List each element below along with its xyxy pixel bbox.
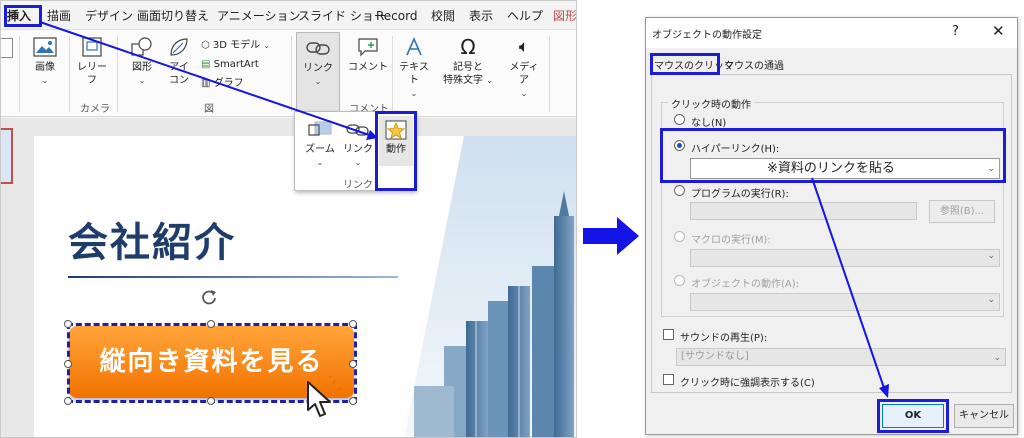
highlight-click-checkbox[interactable] (663, 374, 674, 385)
resize-handle[interactable] (64, 397, 72, 405)
cancel-button[interactable]: キャンセル (954, 404, 1014, 428)
dialog-titlebar: オブジェクトの動作設定 ? ✕ (646, 18, 1017, 48)
chevron-down-icon: ⌄ (987, 295, 995, 305)
radio-macro-label: マクロの実行(M): (691, 235, 771, 246)
radio-hyperlink[interactable] (674, 140, 685, 151)
resize-handle[interactable] (64, 360, 72, 368)
close-icon[interactable]: ✕ (992, 22, 1005, 40)
resize-handle[interactable] (64, 320, 72, 328)
browse-button[interactable]: 参照(B)... (929, 200, 995, 223)
help-icon[interactable]: ? (952, 24, 959, 39)
radio-program[interactable] (674, 185, 685, 196)
highlight-click-label: クリック時に強調表示する(C) (680, 378, 815, 389)
radio-hyperlink-label: ハイパーリンク(H): (691, 144, 780, 155)
play-sound-checkbox[interactable] (663, 329, 674, 340)
sound-value: [サウンドなし] (681, 351, 749, 362)
resize-handle[interactable] (349, 320, 357, 328)
rotate-handle-icon[interactable] (200, 288, 218, 306)
play-sound-label: サウンドの再生(P): (680, 333, 768, 344)
radio-object-action[interactable] (674, 275, 685, 286)
radio-none-label: なし(N) (691, 118, 727, 129)
resize-handle[interactable] (349, 397, 357, 405)
pointer-cursor-icon (307, 376, 343, 417)
annotation-arrow-hyperlink-to-ok (811, 177, 889, 398)
resize-handle[interactable] (207, 320, 215, 328)
radio-object-action-label: オブジェクトの動作(A): (691, 279, 800, 290)
title-underline (68, 276, 398, 278)
resize-handle[interactable] (349, 360, 357, 368)
slide-title[interactable]: 会社紹介 (68, 210, 236, 268)
radio-macro[interactable] (674, 231, 685, 242)
click-action-group-title: クリック時の動作 (668, 96, 754, 111)
tab-mouse-click[interactable]: マウスのクリック (654, 57, 734, 73)
chevron-down-icon: ⌄ (987, 251, 995, 261)
radio-program-label: プログラムの実行(R): (691, 189, 789, 200)
chevron-down-icon: ⌄ (993, 353, 1001, 363)
chevron-down-icon: ⌄ (987, 164, 995, 174)
tab-mouse-over[interactable]: マウスの通過 (724, 57, 784, 73)
right-arrow-icon (583, 217, 639, 255)
resize-handle[interactable] (207, 397, 215, 405)
annotation-arrow-insert-to-action (39, 21, 378, 140)
dialog-title: オブジェクトの動作設定 (652, 30, 762, 41)
radio-none[interactable] (674, 114, 685, 125)
